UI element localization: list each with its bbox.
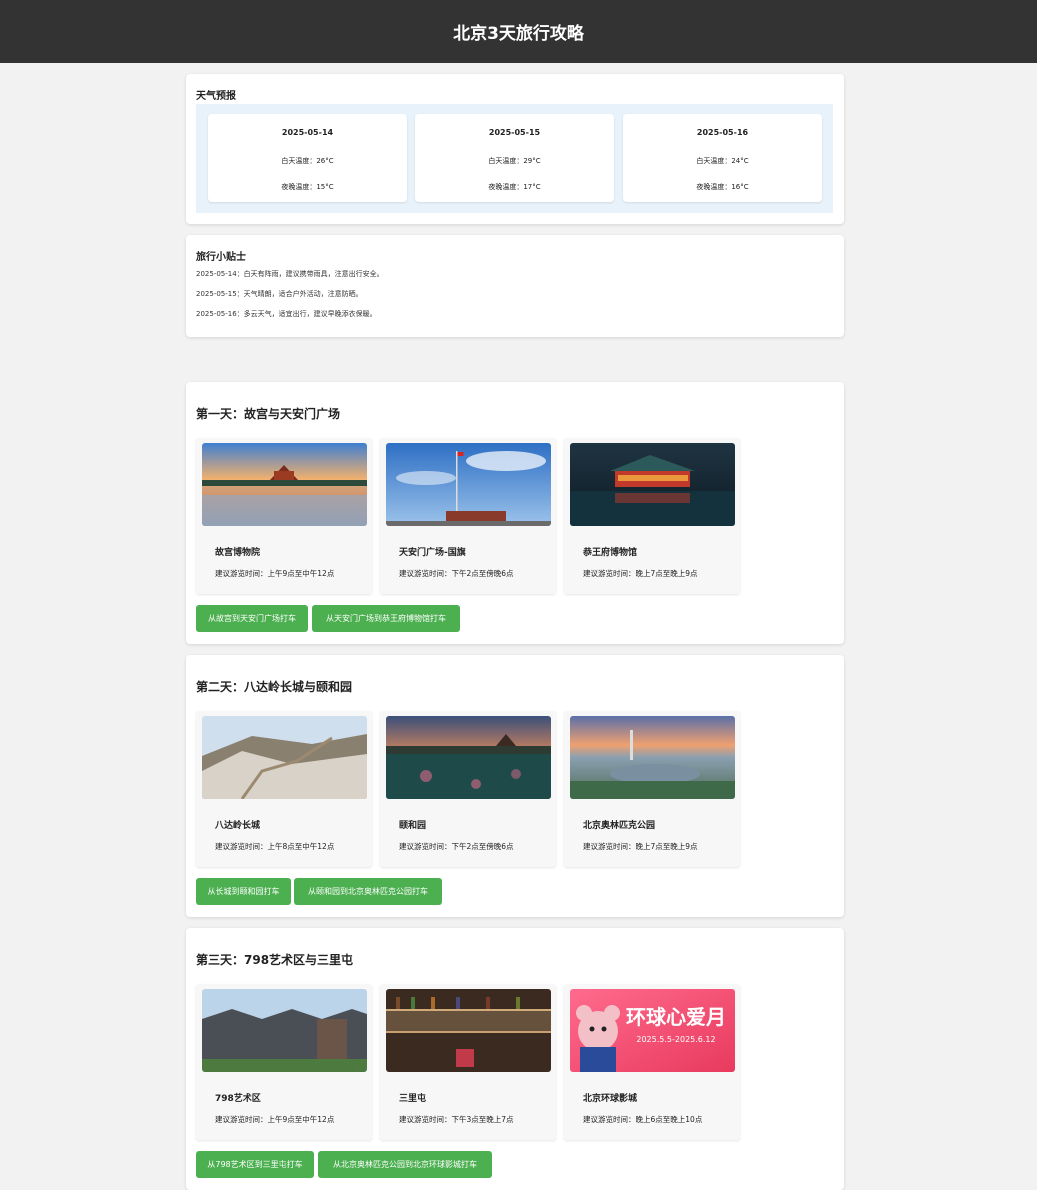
page-title: 北京3天旅行攻略: [453, 24, 584, 44]
tips-card: 旅行小贴士 2025-05-14：白天有阵雨，建议携带雨具，注意出行安全。 20…: [186, 235, 844, 337]
page-header: 北京3天旅行攻略: [0, 0, 1037, 63]
spot-card: 恭王府博物馆 建议游览时间：晚上7点至晚上9点: [564, 438, 740, 594]
day-card: 第二天：八达岭长城与颐和园 八达岭长城 建议游览时间：上午8点至中午12点 颐和…: [186, 655, 844, 917]
taxi-button[interactable]: 从北京奥林匹克公园到北京环球影城打车: [318, 1151, 492, 1178]
forecast-day: 2025-05-15 白天温度：29°C 夜晚温度：17°C: [415, 114, 614, 202]
taxi-button[interactable]: 从天安门广场到恭王府博物馆打车: [312, 605, 460, 632]
taxi-button[interactable]: 从长城到颐和园打车: [196, 878, 291, 905]
spot-card: 天安门广场-国旗 建议游览时间：下午2点至傍晚6点: [380, 438, 556, 594]
forecast-date: 2025-05-14: [281, 128, 334, 137]
spot-image: [202, 716, 367, 799]
spot-name: 三里屯: [399, 1094, 427, 1104]
weather-title: 天气预报: [196, 91, 236, 102]
tip-item: 2025-05-15：天气晴朗，适合户外活动，注意防晒。: [196, 290, 363, 298]
spot-name: 颐和园: [399, 821, 427, 831]
spot-name: 北京环球影城: [583, 1094, 638, 1104]
spot-time: 建议游览时间：晚上7点至晚上9点: [583, 842, 698, 851]
spot-name: 天安门广场-国旗: [399, 548, 466, 558]
spot-card: 北京奥林匹克公园 建议游览时间：晚上7点至晚上9点: [564, 711, 740, 867]
tip-item: 2025-05-14：白天有阵雨，建议携带雨具，注意出行安全。: [196, 270, 384, 278]
forecast-date: 2025-05-15: [488, 128, 541, 137]
spot-image: [386, 716, 551, 799]
spot-image: [570, 716, 735, 799]
spot-time: 建议游览时间：下午3点至晚上7点: [399, 1115, 514, 1124]
spot-card: 颐和园 建议游览时间：下午2点至傍晚6点: [380, 711, 556, 867]
spot-image: [386, 989, 551, 1072]
spot-time: 建议游览时间：上午9点至中午12点: [215, 569, 335, 578]
taxi-button[interactable]: 从故宫到天安门广场打车: [196, 605, 308, 632]
spot-image: [202, 443, 367, 526]
spot-image: [202, 989, 367, 1072]
taxi-button[interactable]: 从颐和园到北京奥林匹克公园打车: [294, 878, 442, 905]
spot-time: 建议游览时间：晚上6点至晚上10点: [583, 1115, 703, 1124]
spot-time: 建议游览时间：上午9点至中午12点: [215, 1115, 335, 1124]
spot-name: 北京奥林匹克公园: [583, 821, 656, 831]
spot-time: 建议游览时间：晚上7点至晚上9点: [583, 569, 698, 578]
night-temperature: 夜晚温度：16°C: [696, 183, 749, 191]
day-card: 第三天：798艺术区与三里屯 798艺术区 建议游览时间：上午9点至中午12点: [186, 928, 844, 1190]
weather-card: 天气预报 2025-05-14 白天温度：26°C 夜晚温度：15°C 2025…: [186, 74, 844, 224]
tips-title: 旅行小贴士: [196, 252, 246, 263]
day-temperature: 白天温度：29°C: [488, 157, 541, 165]
day-card: 第一天：故宫与天安门广场 故宫博物院 建议游览时间：上午9点至中午12点 天安门…: [186, 382, 844, 644]
night-temperature: 夜晚温度：17°C: [488, 183, 541, 191]
forecast-panel: 2025-05-14 白天温度：26°C 夜晚温度：15°C 2025-05-1…: [196, 104, 833, 213]
spot-time: 建议游览时间：上午8点至中午12点: [215, 842, 335, 851]
poster-dates: 2025.5.5-2025.6.12: [636, 1035, 715, 1044]
spot-card: 三里屯 建议游览时间：下午3点至晚上7点: [380, 984, 556, 1140]
poster-headline: 环球心爱月: [626, 1005, 726, 1029]
spot-time: 建议游览时间：下午2点至傍晚6点: [399, 569, 514, 578]
day-title: 第三天：798艺术区与三里屯: [196, 953, 354, 967]
spot-image: [386, 443, 551, 526]
spot-name: 故宫博物院: [215, 548, 261, 558]
day-temperature: 白天温度：24°C: [696, 157, 749, 165]
tip-item: 2025-05-16：多云天气，适宜出行，建议早晚添衣保暖。: [196, 310, 377, 318]
day-temperature: 白天温度：26°C: [281, 157, 334, 165]
spot-image: [570, 443, 735, 526]
spot-name: 八达岭长城: [215, 821, 261, 831]
spot-card: 故宫博物院 建议游览时间：上午9点至中午12点: [196, 438, 372, 594]
forecast-date: 2025-05-16: [696, 128, 749, 137]
day-title: 第一天：故宫与天安门广场: [196, 407, 341, 421]
spot-card: 环球心爱月 2025.5.5-2025.6.12 北京环球影城 建议游览时间：晚…: [564, 984, 740, 1140]
spot-time: 建议游览时间：下午2点至傍晚6点: [399, 842, 514, 851]
taxi-button[interactable]: 从798艺术区到三里屯打车: [196, 1151, 314, 1178]
spot-image: 环球心爱月 2025.5.5-2025.6.12: [570, 989, 735, 1072]
spot-name: 798艺术区: [215, 1094, 261, 1104]
spot-name: 恭王府博物馆: [583, 548, 638, 558]
day-title: 第二天：八达岭长城与颐和园: [196, 680, 353, 694]
forecast-day: 2025-05-16 白天温度：24°C 夜晚温度：16°C: [623, 114, 822, 202]
forecast-day: 2025-05-14 白天温度：26°C 夜晚温度：15°C: [208, 114, 407, 202]
spot-card: 八达岭长城 建议游览时间：上午8点至中午12点: [196, 711, 372, 867]
spot-card: 798艺术区 建议游览时间：上午9点至中午12点: [196, 984, 372, 1140]
night-temperature: 夜晚温度：15°C: [281, 183, 334, 191]
